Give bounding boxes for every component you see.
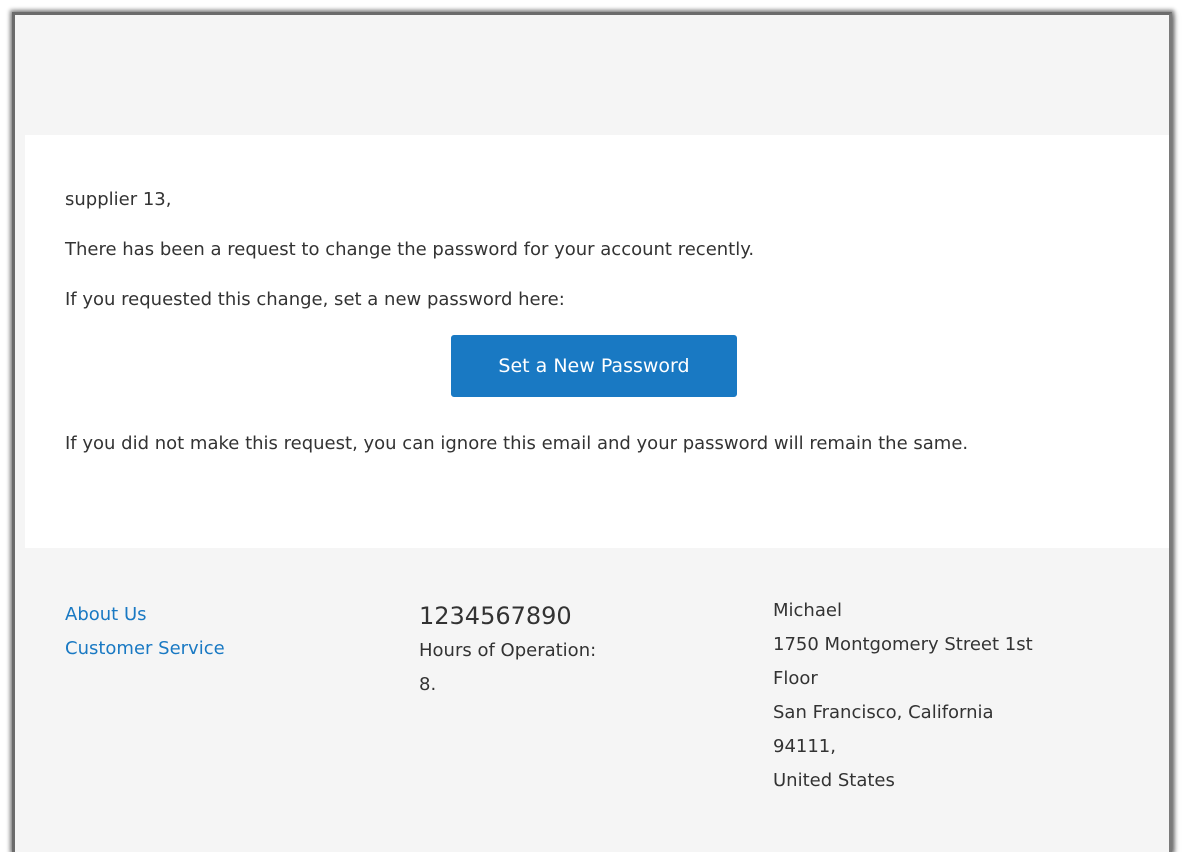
hours-label: Hours of Operation:: [419, 640, 597, 661]
screenshot-frame: supplier 13, There has been a request to…: [0, 0, 1183, 852]
phone-number: 1234567890: [419, 602, 572, 630]
email-body: supplier 13, There has been a request to…: [25, 135, 1169, 548]
address-line: Floor: [773, 668, 818, 689]
set-password-instruction-text: If you requested this change, set a new …: [65, 289, 565, 310]
address-line: 94111,: [773, 736, 836, 757]
request-notice-text: There has been a request to change the p…: [65, 239, 755, 260]
set-new-password-button-label: Set a New Password: [498, 355, 690, 377]
customer-service-link[interactable]: Customer Service: [65, 632, 385, 666]
address-line: Michael: [773, 600, 842, 621]
email-footer: About Us Customer Service 1234567890 Hou…: [15, 548, 1169, 852]
footer-address: Michael 1750 Montgomery Street 1st Floor…: [773, 594, 1133, 798]
ignore-email-text: If you did not make this request, you ca…: [65, 433, 969, 454]
address-line: 1750 Montgomery Street 1st: [773, 634, 1033, 655]
about-us-link[interactable]: About Us: [65, 598, 385, 632]
address-line: San Francisco, California: [773, 702, 994, 723]
set-new-password-button[interactable]: Set a New Password: [451, 335, 737, 397]
email-container: supplier 13, There has been a request to…: [12, 12, 1172, 852]
address-line: United States: [773, 770, 895, 791]
hours-value: 8.: [419, 674, 437, 695]
greeting-text: supplier 13,: [65, 189, 172, 210]
footer-contact: 1234567890 Hours of Operation: 8.: [419, 598, 739, 702]
footer-links: About Us Customer Service: [65, 598, 385, 666]
email-header: [15, 15, 1169, 135]
